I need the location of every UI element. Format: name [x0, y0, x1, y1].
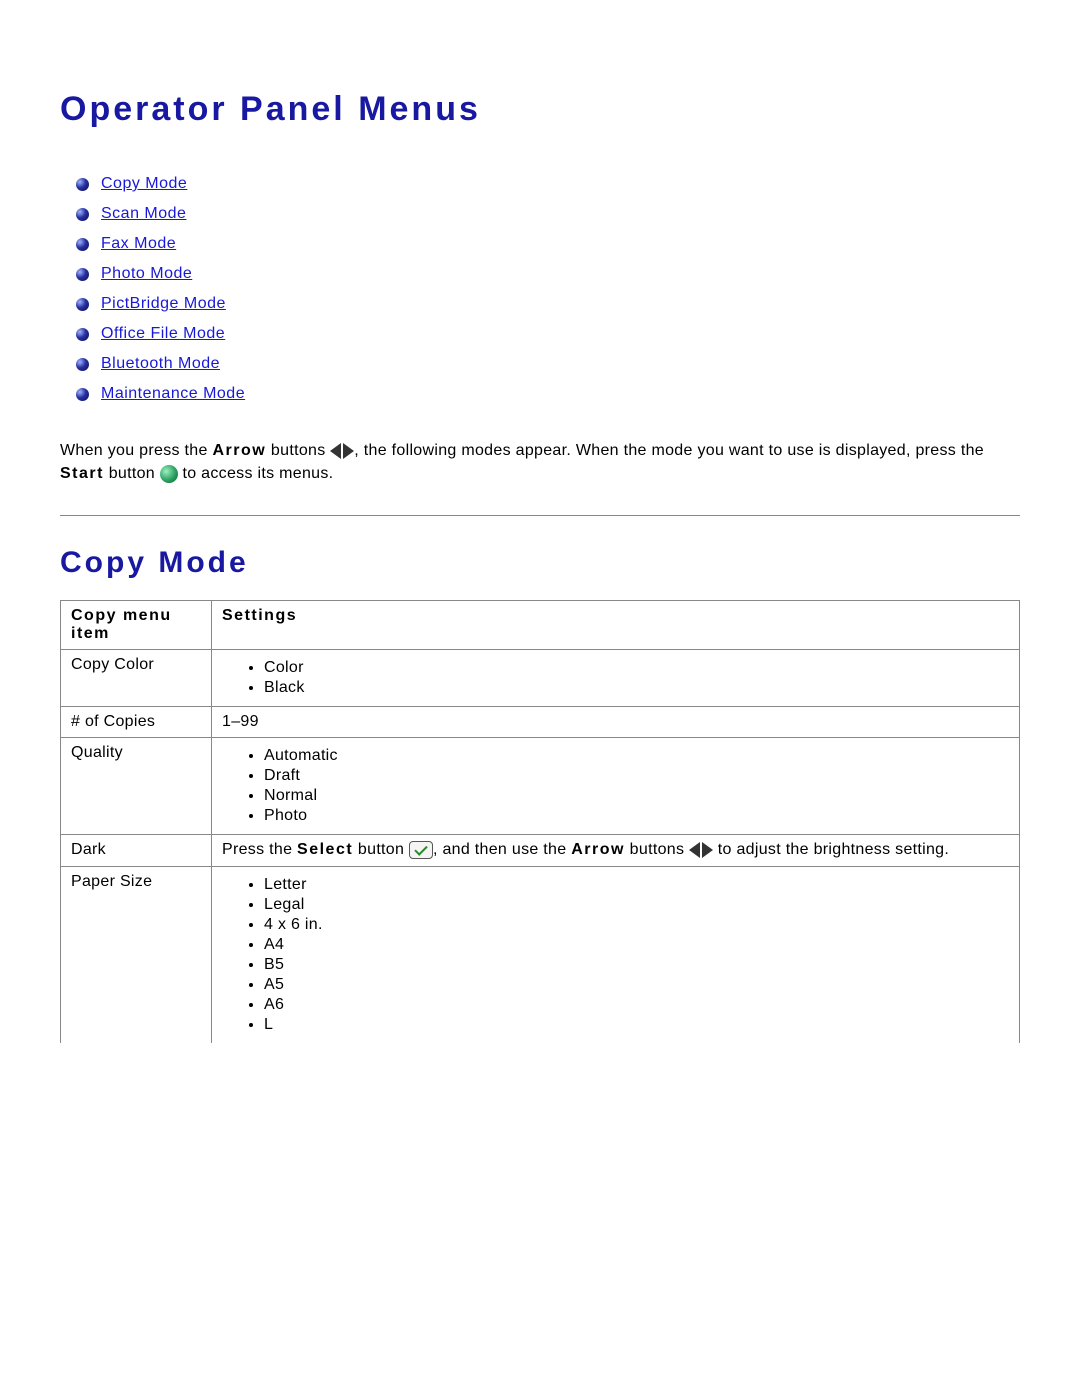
header-settings: Settings	[212, 601, 1020, 650]
list-item: Legal	[264, 895, 1009, 915]
list-item: L	[264, 1015, 1009, 1035]
list-item: Black	[264, 678, 1009, 698]
item-settings: Press the Select button , and then use t…	[212, 835, 1020, 866]
item-label: Quality	[61, 738, 212, 835]
bullet-icon	[76, 208, 89, 221]
section-divider	[60, 515, 1020, 516]
list-item: Color	[264, 658, 1009, 678]
table-row: Copy Color Color Black	[61, 650, 1020, 707]
list-item: Letter	[264, 875, 1009, 895]
item-settings: Automatic Draft Normal Photo	[212, 738, 1020, 835]
bullet-icon	[76, 178, 89, 191]
item-settings: 1–99	[212, 707, 1020, 738]
item-settings: Letter Legal 4 x 6 in. A4 B5 A5 A6 L	[212, 866, 1020, 1043]
table-row: Dark Press the Select button , and then …	[61, 835, 1020, 866]
table-row: Quality Automatic Draft Normal Photo	[61, 738, 1020, 835]
nav-link-copy-mode[interactable]: Copy Mode	[101, 175, 187, 193]
nav-link-maintenance-mode[interactable]: Maintenance Mode	[101, 385, 245, 403]
item-label: # of Copies	[61, 707, 212, 738]
list-item: Automatic	[264, 746, 1009, 766]
item-label: Paper Size	[61, 866, 212, 1043]
bullet-icon	[76, 238, 89, 251]
list-item: A4	[264, 935, 1009, 955]
bullet-icon	[76, 328, 89, 341]
nav-link-office-file-mode[interactable]: Office File Mode	[101, 325, 225, 343]
arrow-buttons-icon	[689, 842, 713, 858]
nav-link-bluetooth-mode[interactable]: Bluetooth Mode	[101, 355, 220, 373]
list-item: Normal	[264, 786, 1009, 806]
list-item: A6	[264, 995, 1009, 1015]
nav-link-photo-mode[interactable]: Photo Mode	[101, 265, 192, 283]
list-item: 4 x 6 in.	[264, 915, 1009, 935]
mode-nav-list: Copy Mode Scan Mode Fax Mode Photo Mode …	[60, 169, 1020, 409]
table-row: Paper Size Letter Legal 4 x 6 in. A4 B5 …	[61, 866, 1020, 1043]
copy-mode-table: Copy menu item Settings Copy Color Color…	[60, 600, 1020, 1042]
intro-paragraph: When you press the Arrow buttons , the f…	[60, 439, 1020, 485]
list-item: B5	[264, 955, 1009, 975]
table-header-row: Copy menu item Settings	[61, 601, 1020, 650]
list-item: Draft	[264, 766, 1009, 786]
header-copy-menu-item: Copy menu item	[61, 601, 212, 650]
bullet-icon	[76, 358, 89, 371]
list-item: A5	[264, 975, 1009, 995]
table-row: # of Copies 1–99	[61, 707, 1020, 738]
nav-link-scan-mode[interactable]: Scan Mode	[101, 205, 186, 223]
item-label: Dark	[61, 835, 212, 866]
start-button-icon	[160, 465, 178, 483]
select-button-icon	[409, 841, 433, 859]
nav-link-pictbridge-mode[interactable]: PictBridge Mode	[101, 295, 226, 313]
section-title-copy-mode: Copy Mode	[60, 546, 1020, 580]
bullet-icon	[76, 388, 89, 401]
item-label: Copy Color	[61, 650, 212, 707]
bullet-icon	[76, 298, 89, 311]
page-title: Operator Panel Menus	[60, 90, 1020, 129]
bullet-icon	[76, 268, 89, 281]
item-settings: Color Black	[212, 650, 1020, 707]
nav-link-fax-mode[interactable]: Fax Mode	[101, 235, 176, 253]
arrow-buttons-icon	[330, 443, 354, 459]
list-item: Photo	[264, 806, 1009, 826]
